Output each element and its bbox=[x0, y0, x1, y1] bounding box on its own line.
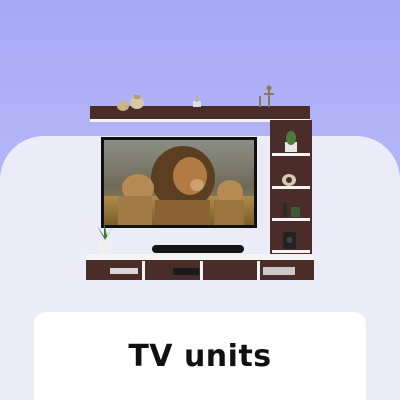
category-tile[interactable]: TV units bbox=[0, 0, 400, 400]
top-shelf bbox=[90, 85, 310, 122]
category-label-card[interactable]: TV units bbox=[34, 312, 366, 400]
speaker-decor bbox=[283, 232, 296, 249]
bowl-decor bbox=[282, 174, 296, 186]
tv-unit-product-image[interactable] bbox=[0, 0, 400, 300]
statue-decor bbox=[259, 85, 274, 107]
soundbar bbox=[152, 245, 244, 253]
figurine-decor bbox=[193, 96, 201, 107]
category-label: TV units bbox=[128, 338, 272, 374]
television bbox=[101, 137, 257, 228]
tv-console bbox=[86, 254, 314, 280]
